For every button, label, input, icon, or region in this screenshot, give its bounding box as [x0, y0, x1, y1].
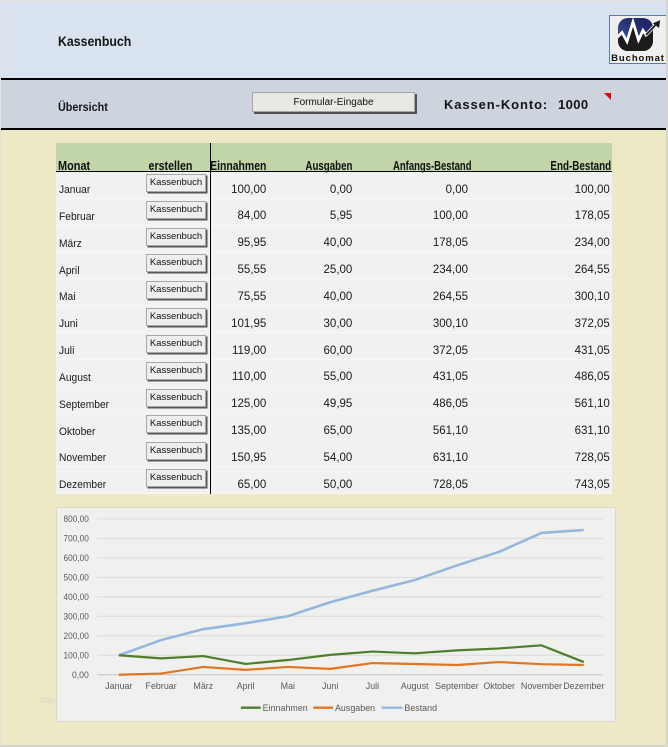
- svg-text:300,00: 300,00: [64, 611, 89, 621]
- svg-text:Dezember: Dezember: [563, 681, 604, 691]
- svg-text:500,00: 500,00: [64, 573, 89, 583]
- svg-text:400,00: 400,00: [64, 592, 89, 602]
- svg-text:Juni: Juni: [322, 681, 338, 691]
- svg-text:Juli: Juli: [366, 681, 379, 691]
- svg-text:Januar: Januar: [105, 681, 132, 691]
- svg-text:200,00: 200,00: [64, 631, 89, 641]
- svg-text:100,00: 100,00: [64, 650, 89, 660]
- svg-text:700,00: 700,00: [64, 534, 89, 544]
- svg-text:Bestand: Bestand: [404, 703, 437, 713]
- svg-text:November: November: [521, 681, 562, 691]
- svg-text:April: April: [237, 681, 255, 691]
- svg-text:Mai: Mai: [281, 681, 295, 691]
- svg-text:600,00: 600,00: [64, 553, 89, 563]
- svg-text:August: August: [401, 681, 429, 691]
- svg-text:800,00: 800,00: [64, 514, 89, 524]
- svg-text:Einnahmen: Einnahmen: [263, 703, 308, 713]
- svg-text:Oktober: Oktober: [483, 681, 515, 691]
- svg-text:Ausgaben: Ausgaben: [335, 703, 375, 713]
- svg-text:Februar: Februar: [146, 681, 177, 691]
- svg-text:September: September: [435, 681, 479, 691]
- svg-text:März: März: [193, 681, 213, 691]
- svg-text:0,00: 0,00: [72, 670, 89, 680]
